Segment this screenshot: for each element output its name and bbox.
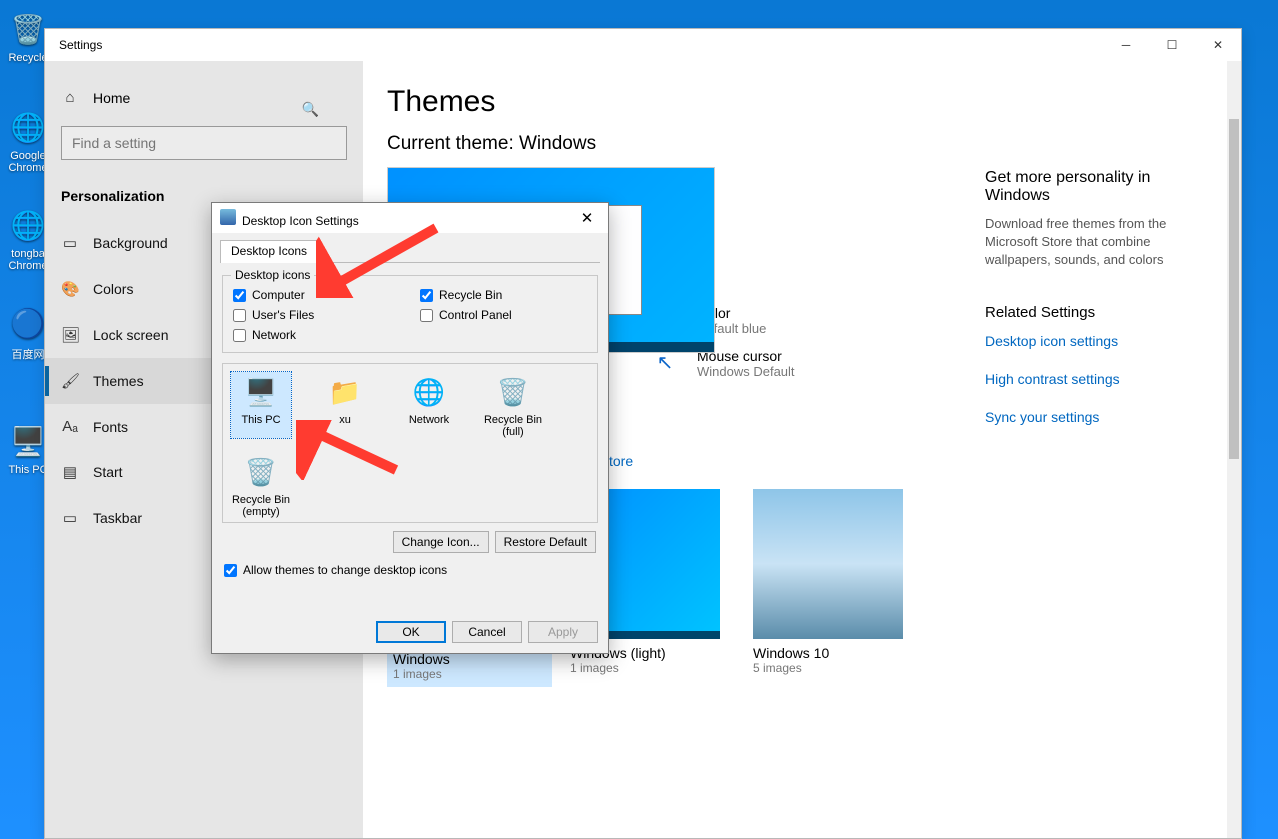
nav-icon: Aₐ	[61, 418, 79, 435]
nav-icon: ▭	[61, 234, 79, 252]
link-desktop-icons[interactable]: Desktop icon settings	[985, 333, 1205, 349]
nav-icon: 🖌	[61, 372, 79, 390]
icon-glyph: 🗑️	[493, 372, 533, 412]
nav-label: Start	[93, 464, 123, 480]
nav-label: Background	[93, 235, 168, 251]
allow-themes-checkbox[interactable]	[224, 564, 237, 577]
maximize-button[interactable]: ☐	[1149, 29, 1195, 61]
nav-icon: 🎨	[61, 280, 79, 298]
nav-icon: ▭	[61, 509, 79, 527]
minimize-button[interactable]: ─	[1103, 29, 1149, 61]
checkbox-user-s-files[interactable]: User's Files	[233, 308, 400, 322]
icon-label: Network	[399, 414, 459, 426]
current-theme-label: Current theme: Windows	[387, 133, 1241, 155]
icon-glyph: 🗑️	[241, 452, 281, 492]
icon-option[interactable]: 🗑️Recycle Bin (empty)	[231, 452, 291, 518]
checkbox-label: Recycle Bin	[439, 288, 502, 302]
related-heading: Related Settings	[985, 304, 1205, 321]
nav-icon: ▤	[61, 463, 79, 481]
dialog-close-button[interactable]: ✕	[566, 203, 608, 233]
change-icon-button[interactable]: Change Icon...	[393, 531, 489, 553]
nav-label: Colors	[93, 281, 133, 297]
desktop-icon-glyph: 🌐	[7, 106, 49, 148]
nav-label: Taskbar	[93, 510, 142, 526]
link-sync[interactable]: Sync your settings	[985, 409, 1205, 425]
checkbox-label: Computer	[252, 288, 305, 302]
cancel-button[interactable]: Cancel	[452, 621, 522, 643]
icon-option[interactable]: 🌐 Network	[399, 372, 459, 438]
theme-count: 5 images	[753, 661, 918, 675]
arrow-annotation-1	[316, 218, 446, 298]
nav-icon: 🖼	[61, 326, 79, 344]
scrollthumb[interactable]	[1229, 119, 1239, 459]
cursor-value: Windows Default	[697, 364, 795, 379]
personality-heading: Get more personality in Windows	[985, 169, 1205, 205]
store-link[interactable]: tore	[609, 453, 1241, 469]
close-button[interactable]: ✕	[1195, 29, 1241, 61]
dialog-icon	[220, 209, 236, 225]
search-input[interactable]	[61, 126, 347, 160]
checkbox-control-panel[interactable]: Control Panel	[420, 308, 587, 322]
allow-themes-label: Allow themes to change desktop icons	[243, 563, 447, 577]
desktop-icon-glyph: 🔵	[7, 302, 49, 344]
desktop-icon-glyph: 🌐	[7, 204, 49, 246]
nav-label: Lock screen	[93, 327, 168, 343]
nav-label: Themes	[93, 373, 144, 389]
theme-name: Windows 10	[753, 645, 918, 661]
checkbox-input[interactable]	[233, 329, 246, 342]
checkbox-input[interactable]	[420, 309, 433, 322]
restore-default-button[interactable]: Restore Default	[495, 531, 596, 553]
page-heading: Themes	[387, 85, 1241, 119]
icon-label: Recycle Bin (full)	[483, 414, 543, 438]
scrollbar[interactable]	[1227, 61, 1241, 838]
apply-button[interactable]: Apply	[528, 621, 598, 643]
icon-option[interactable]: 🗑️Recycle Bin (full)	[483, 372, 543, 438]
home-label: Home	[93, 90, 130, 106]
search-icon: 🔍	[302, 101, 319, 118]
right-pane: Get more personality in Windows Download…	[985, 169, 1205, 447]
icon-option[interactable]: 🖥️ This PC	[231, 372, 291, 438]
icon-glyph: 📁	[325, 372, 365, 412]
theme-count: 1 images	[570, 661, 735, 675]
personality-body: Download free themes from the Microsoft …	[985, 215, 1205, 270]
desktop-icon-glyph: 🗑️	[7, 8, 49, 50]
tab-desktop-icons[interactable]: Desktop Icons	[220, 240, 318, 263]
checkbox-input[interactable]	[233, 289, 246, 302]
desktop-icon-glyph: 🖥️	[7, 420, 49, 462]
settings-title: Settings	[59, 38, 102, 52]
theme-card[interactable]: Windows 105 images	[753, 489, 918, 687]
checkbox-input[interactable]	[233, 309, 246, 322]
theme-count: 1 images	[393, 667, 546, 681]
icon-label: Recycle Bin (empty)	[231, 494, 291, 518]
home-icon: ⌂	[61, 89, 79, 106]
icon-glyph: 🌐	[409, 372, 449, 412]
link-high-contrast[interactable]: High contrast settings	[985, 371, 1205, 387]
icon-glyph: 🖥️	[241, 372, 281, 412]
icon-picker: 🖥️This PC📁xu🌐Network🗑️Recycle Bin (full)…	[222, 363, 598, 523]
ok-button[interactable]: OK	[376, 621, 446, 643]
checkbox-label: Control Panel	[439, 308, 512, 322]
nav-label: Fonts	[93, 419, 128, 435]
checkbox-label: User's Files	[252, 308, 314, 322]
settings-titlebar: Settings ─ ☐ ✕	[45, 29, 1241, 61]
checkbox-network[interactable]: Network	[233, 328, 400, 342]
arrow-annotation-2	[296, 420, 406, 480]
window-controls: ─ ☐ ✕	[1103, 29, 1241, 61]
icon-label: This PC	[231, 414, 291, 426]
checkbox-label: Network	[252, 328, 296, 342]
group-legend: Desktop icons	[231, 268, 314, 282]
